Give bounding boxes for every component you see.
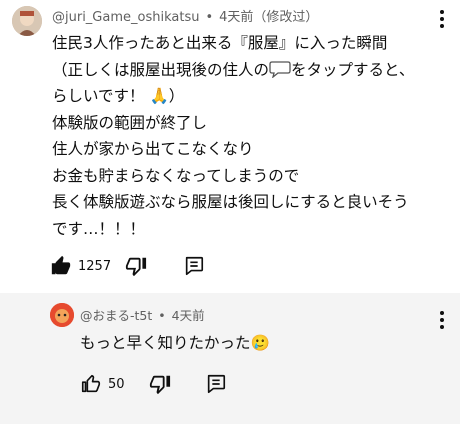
comment-line: です…！！！ <box>52 219 146 238</box>
comment-line-part: （正しくは服屋出現後の住人の <box>52 60 270 79</box>
reply-button[interactable] <box>205 373 227 395</box>
reply-button[interactable] <box>183 255 205 277</box>
like-button[interactable] <box>80 373 102 395</box>
thumb-down-icon <box>126 257 147 277</box>
avatar-omaru-icon <box>50 303 74 327</box>
speech-bubble-icon <box>269 60 291 78</box>
avatar[interactable] <box>50 303 74 327</box>
thumb-down-icon <box>149 375 170 395</box>
thumb-up-filled-icon <box>51 255 71 275</box>
comment-line: 住民3人作ったあと出来る『服屋』に入った瞬間 <box>52 34 388 52</box>
author-name[interactable]: @おまる-t5t <box>80 308 152 323</box>
like-button[interactable] <box>50 255 72 277</box>
comment-meta: @おまる-t5t • 4天前 <box>80 305 205 324</box>
reply-icon <box>185 256 204 276</box>
comment-line: お金も貯まらなくなってしまうので <box>52 166 300 185</box>
comment-line-part: をタップすると、 <box>291 60 415 79</box>
comment-line: らしいです！ 🙏） <box>52 87 185 105</box>
like-count: 50 <box>108 376 125 392</box>
comment-actions: 1257 <box>50 255 205 277</box>
separator-dot: • <box>158 308 166 323</box>
comment-text: もっと早く知りたかった🥲 <box>80 334 270 352</box>
dislike-button[interactable] <box>125 255 147 277</box>
avatar[interactable] <box>12 6 42 36</box>
dislike-button[interactable] <box>149 373 171 395</box>
more-options-button[interactable] <box>440 10 444 31</box>
comment-meta: @juri_Game_oshikatsu • 4天前（修改过） <box>52 6 318 25</box>
comment-line: 長く体験版遊ぶなら服屋は後回しにすると良いそう <box>52 193 409 211</box>
comment-reply: @おまる-t5t • 4天前 もっと早く知りたかった🥲 50 <box>0 293 460 424</box>
comment-line: （正しくは服屋出現後の住人の をタップすると、 <box>52 57 414 84</box>
comment-actions: 50 <box>80 373 227 395</box>
separator-dot: • <box>205 10 214 25</box>
timestamp[interactable]: 4天前 <box>172 308 205 323</box>
avatar-juri-icon <box>12 6 42 36</box>
comment-text: 住民3人作ったあと出来る『服屋』に入った瞬間 （正しくは服屋出現後の住人の をタッ… <box>52 30 414 242</box>
thumb-up-outline-icon <box>81 374 101 393</box>
author-name[interactable]: @juri_Game_oshikatsu <box>52 10 199 25</box>
comment-main: @juri_Game_oshikatsu • 4天前（修改过） 住民3人作ったあと出… <box>0 0 460 293</box>
comment-line: 住人が家から出てこなくなり <box>52 140 254 158</box>
like-count: 1257 <box>78 258 112 274</box>
reply-icon <box>207 374 225 394</box>
timestamp[interactable]: 4天前（修改过） <box>219 10 318 25</box>
comment-line: 体験版の範囲が終了し <box>52 113 208 132</box>
more-options-button[interactable] <box>440 311 444 332</box>
